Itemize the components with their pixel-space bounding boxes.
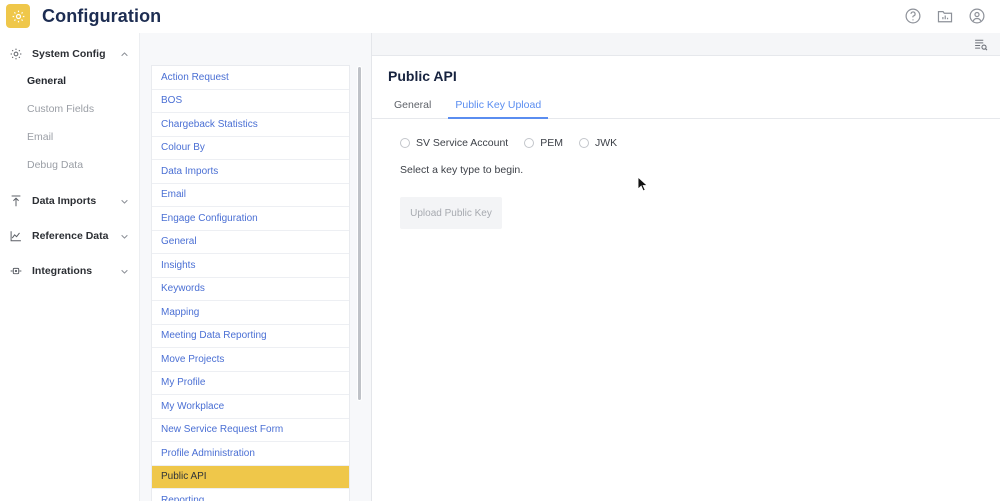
main-panel: Public API General Public Key Upload SV …	[372, 33, 1000, 501]
tab-label: General	[394, 99, 432, 111]
help-icon[interactable]	[904, 7, 922, 25]
config-list-item[interactable]: Meeting Data Reporting	[152, 325, 349, 348]
radio-circle-icon	[578, 138, 589, 148]
sidebar-group-data-imports[interactable]: Data Imports	[0, 188, 139, 214]
config-list-item-label: Insights	[161, 259, 196, 271]
sidebar-group-integrations[interactable]: Integrations	[0, 258, 139, 284]
radio-label: SV Service Account	[416, 137, 509, 149]
mouse-cursor	[637, 176, 649, 192]
config-list-item-label: General	[161, 236, 197, 248]
tab-public-key-upload[interactable]: Public Key Upload	[443, 94, 553, 119]
config-list-column: Action Request BOS Chargeback Statistics Co…	[140, 33, 372, 501]
top-header: Configuration	[0, 0, 1000, 33]
radio-circle-icon	[400, 138, 410, 148]
config-list-item[interactable]: Mapping	[152, 301, 349, 325]
key-type-radio-group: SV Service Account PEM JWK	[400, 137, 1000, 149]
sidebar-item-general[interactable]: General	[0, 67, 139, 95]
gear-logo-badge[interactable]	[6, 4, 30, 28]
config-list-scrollbar[interactable]	[357, 66, 362, 401]
sidebar-item-email[interactable]: Email	[0, 123, 139, 151]
left-sidebar: System Config General Custom Fields Emai…	[0, 33, 140, 501]
config-list-item[interactable]: New Service Request Form	[152, 419, 349, 442]
config-list-item[interactable]: Insights	[152, 254, 349, 278]
sidebar-item-label: General	[27, 75, 67, 87]
sidebar-group-system-config[interactable]: System Config	[0, 41, 139, 67]
config-list-item[interactable]: Engage Configuration	[152, 207, 349, 231]
sidebar-group-reference-data[interactable]: Reference Data	[0, 223, 139, 249]
key-type-hint: Select a key type to begin.	[400, 164, 524, 176]
radio-pem[interactable]: PEM	[524, 137, 563, 149]
config-list-item-label: Move Projects	[161, 353, 225, 365]
config-list-item-label: Meeting Data Reporting	[161, 330, 267, 342]
radio-label: JWK	[594, 137, 618, 149]
app-window: Configuration System Config General Cust…	[0, 0, 1000, 501]
report-folder-icon[interactable]	[936, 7, 954, 25]
key-upload-form: SV Service Account PEM JWK Select a key …	[372, 119, 1000, 229]
config-list-item-label: Keywords	[161, 283, 205, 295]
config-list-item-label: Mapping	[161, 306, 200, 318]
config-list-item[interactable]: My Workplace	[152, 395, 349, 419]
radio-circle-icon	[524, 138, 535, 148]
config-list-item-label: Email	[161, 189, 187, 201]
sidebar-item-debug-data[interactable]: Debug Data	[0, 151, 139, 179]
chart-icon	[10, 231, 21, 242]
config-list-item[interactable]: Reporting	[152, 489, 349, 501]
plug-icon	[10, 267, 22, 275]
upload-button-label: Upload Public Key	[410, 207, 492, 219]
header-icon-group	[904, 7, 986, 25]
config-list-item[interactable]: BOS	[152, 90, 349, 113]
config-list-item[interactable]: Profile Administration	[152, 442, 349, 466]
config-list-item[interactable]: Public API	[152, 465, 349, 489]
config-list-item-label: Profile Administration	[161, 447, 255, 459]
sidebar-group-label: Data Imports	[32, 195, 97, 207]
chevron-down-icon[interactable]	[120, 232, 129, 241]
chevron-down-icon[interactable]	[120, 197, 129, 206]
chevron-up-icon[interactable]	[120, 50, 129, 59]
config-list-item-label: Colour By	[161, 142, 205, 154]
config-list-item[interactable]: Keywords	[152, 278, 349, 301]
tab-general[interactable]: General	[382, 94, 443, 118]
user-account-icon[interactable]	[968, 7, 986, 25]
config-list-item-label: Action Request	[161, 71, 229, 83]
upload-public-key-button[interactable]: Upload Public Key	[400, 197, 502, 229]
panel-title: Public API	[388, 68, 457, 84]
config-list-item[interactable]: General	[152, 231, 349, 254]
gear-icon	[10, 48, 22, 60]
sidebar-group-label: Reference Data	[32, 230, 109, 242]
config-list-item-label: Chargeback Statistics	[161, 118, 258, 130]
sidebar-item-custom-fields[interactable]: Custom Fields	[0, 95, 139, 123]
config-list-item[interactable]: Email	[152, 184, 349, 207]
config-list-item[interactable]: Data Imports	[152, 160, 349, 184]
sidebar-item-label: Email	[27, 131, 54, 143]
radio-label: PEM	[540, 137, 563, 149]
page-title: Configuration	[42, 5, 162, 26]
radio-sv-service-account[interactable]: SV Service Account	[400, 137, 508, 149]
tab-label: Public Key Upload	[455, 99, 542, 111]
config-list-item[interactable]: Colour By	[152, 137, 349, 160]
config-list-item-label: Public API	[161, 471, 207, 483]
config-list-item[interactable]: Move Projects	[152, 348, 349, 372]
config-list-item-label: My Workplace	[161, 400, 225, 412]
list-search-icon[interactable]	[973, 37, 988, 52]
chevron-down-icon[interactable]	[120, 267, 129, 276]
config-list-item-label: My Profile	[161, 377, 206, 389]
config-list-item-label: BOS	[161, 95, 183, 107]
config-list-item[interactable]: Chargeback Statistics	[152, 113, 349, 137]
upload-arrow-icon	[11, 195, 21, 207]
radio-jwk[interactable]: JWK	[578, 137, 618, 149]
config-list-item[interactable]: My Profile	[152, 372, 349, 395]
sidebar-item-label: Debug Data	[27, 159, 84, 171]
config-list-item-label: Engage Configuration	[161, 212, 258, 224]
gear-icon	[12, 10, 24, 22]
config-list-item-label: Reporting	[161, 494, 205, 501]
tab-bar: General Public Key Upload	[372, 94, 1000, 119]
sidebar-group-label: System Config	[32, 48, 106, 60]
sidebar-item-label: Custom Fields	[27, 103, 95, 115]
main-toolbar	[372, 33, 1000, 56]
sidebar-group-label: Integrations	[32, 265, 93, 277]
config-list-item-label: Data Imports	[161, 165, 219, 177]
config-list[interactable]: Action Request BOS Chargeback Statistics Co…	[151, 65, 350, 501]
config-list-item-label: New Service Request Form	[161, 424, 284, 436]
config-list-item[interactable]: Action Request	[152, 66, 349, 90]
